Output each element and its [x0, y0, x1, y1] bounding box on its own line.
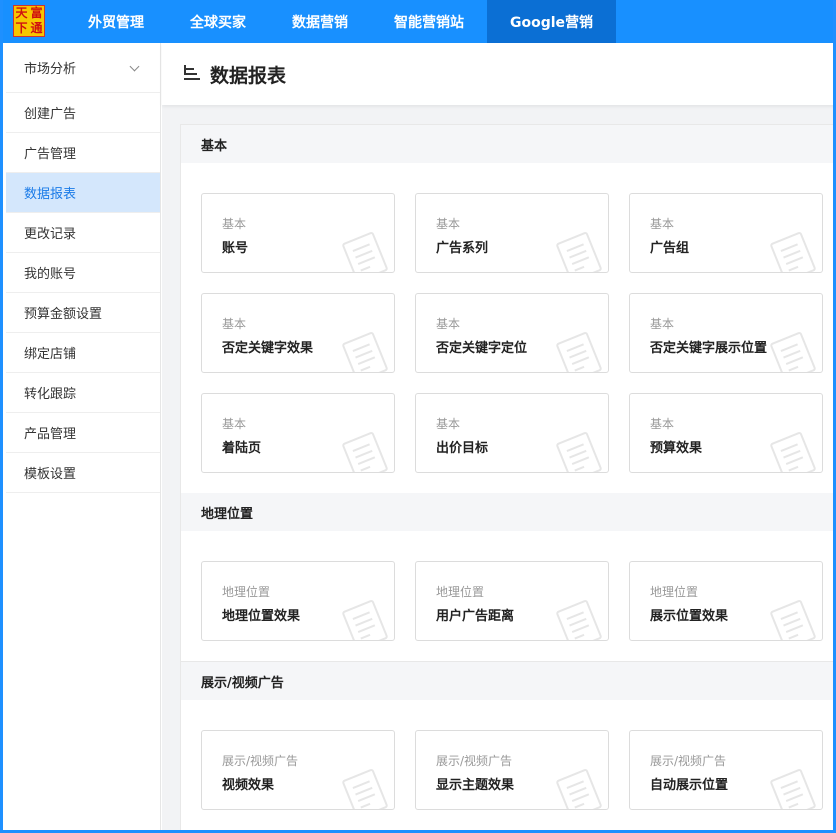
sidebar-item-conversion-tracking[interactable]: 转化跟踪 [6, 373, 160, 413]
report-card-display-topic[interactable]: 展示/视频广告 显示主题效果 [415, 730, 609, 810]
report-card-user-distance[interactable]: 地理位置 用户广告距离 [415, 561, 609, 641]
report-card-negative-keyword-targeting[interactable]: 基本 否定关键字定位 [415, 293, 609, 373]
sidebar-item-ad-management[interactable]: 广告管理 [6, 133, 160, 173]
card-grid-display-video: 展示/视频广告 视频效果 展示/视频广告 显示主题效果 展示/视频广告 自动展示… [181, 700, 833, 830]
sidebar-item-label: 市场分析 [24, 62, 77, 77]
list-add-icon [184, 65, 202, 81]
document-icon [769, 231, 817, 272]
card-category: 基本 [222, 417, 247, 431]
card-category: 基本 [436, 217, 461, 231]
card-category: 展示/视频广告 [436, 754, 513, 768]
sidebar-item-label: 广告管理 [24, 147, 77, 162]
sidebar: 市场分析 创建广告 广告管理 数据报表 更改记录 我的账号 预算金额设置 绑定店… [6, 43, 161, 830]
card-grid-geo: 地理位置 地理位置效果 地理位置 用户广告距离 地理位置 展示位置效果 [181, 531, 833, 661]
card-category: 基本 [436, 417, 461, 431]
nav-item-data-marketing[interactable]: 数据营销 [269, 0, 371, 43]
report-content: 基本 基本 账号 基本 广告系列 基本 广告组 基本 否定关键字效果 基本 否定… [180, 124, 833, 830]
logo-char: 下 [15, 21, 28, 35]
sidebar-item-label: 产品管理 [24, 427, 77, 442]
report-card-campaign[interactable]: 基本 广告系列 [415, 193, 609, 273]
sidebar-item-label: 预算金额设置 [24, 307, 103, 322]
report-card-bid-target[interactable]: 基本 出价目标 [415, 393, 609, 473]
section-title-geo: 地理位置 [181, 493, 833, 531]
card-category: 基本 [650, 217, 675, 231]
sidebar-item-product-management[interactable]: 产品管理 [6, 413, 160, 453]
document-icon [555, 331, 603, 372]
card-category: 地理位置 [222, 585, 271, 599]
sidebar-item-label: 我的账号 [24, 267, 77, 282]
report-card-account[interactable]: 基本 账号 [201, 193, 395, 273]
card-category: 基本 [436, 317, 461, 331]
report-card-budget-performance[interactable]: 基本 预算效果 [629, 393, 823, 473]
document-icon [555, 431, 603, 472]
sidebar-item-change-history[interactable]: 更改记录 [6, 213, 160, 253]
app-window: 天 富 下 通 外贸管理 全球买家 数据营销 智能营销站 Google营销 市场… [0, 0, 836, 833]
report-card-negative-keyword-performance[interactable]: 基本 否定关键字效果 [201, 293, 395, 373]
document-icon [555, 768, 603, 809]
document-icon [341, 331, 389, 372]
card-category: 基本 [650, 317, 675, 331]
main-area: 数据报表 基本 基本 账号 基本 广告系列 基本 广告组 基本 否定关键字效果 … [162, 43, 833, 830]
report-card-ad-group[interactable]: 基本 广告组 [629, 193, 823, 273]
sidebar-item-budget-settings[interactable]: 预算金额设置 [6, 293, 160, 333]
sidebar-item-template-settings[interactable]: 模板设置 [6, 453, 160, 493]
document-icon [341, 599, 389, 640]
top-nav: 天 富 下 通 外贸管理 全球买家 数据营销 智能营销站 Google营销 [3, 0, 833, 43]
document-icon [341, 768, 389, 809]
section-title-basic: 基本 [181, 125, 833, 163]
sidebar-item-bind-store[interactable]: 绑定店铺 [6, 333, 160, 373]
document-icon [555, 231, 603, 272]
report-card-placement-performance[interactable]: 地理位置 展示位置效果 [629, 561, 823, 641]
card-category: 基本 [222, 217, 247, 231]
sidebar-item-my-account[interactable]: 我的账号 [6, 253, 160, 293]
nav-item-foreign-trade[interactable]: 外贸管理 [65, 0, 167, 43]
document-icon [341, 431, 389, 472]
section-title-display-video: 展示/视频广告 [181, 662, 833, 700]
page-title: 数据报表 [210, 64, 287, 87]
nav-item-google-marketing[interactable]: Google营销 [487, 0, 617, 43]
nav-item-global-buyers[interactable]: 全球买家 [167, 0, 269, 43]
sidebar-item-label: 模板设置 [24, 467, 77, 482]
report-card-video-performance[interactable]: 展示/视频广告 视频效果 [201, 730, 395, 810]
document-icon [769, 768, 817, 809]
sidebar-item-data-report[interactable]: 数据报表 [6, 173, 160, 213]
report-card-landing-page[interactable]: 基本 着陆页 [201, 393, 395, 473]
logo-char: 富 [30, 6, 43, 20]
card-category: 基本 [222, 317, 247, 331]
sidebar-item-market-analysis[interactable]: 市场分析 [6, 43, 160, 93]
sidebar-item-label: 数据报表 [24, 187, 77, 202]
chevron-down-icon [129, 61, 140, 72]
card-category: 基本 [650, 417, 675, 431]
document-icon [769, 431, 817, 472]
logo-char: 通 [30, 21, 43, 35]
card-category: 地理位置 [436, 585, 485, 599]
card-grid-basic: 基本 账号 基本 广告系列 基本 广告组 基本 否定关键字效果 基本 否定关键字… [181, 163, 833, 493]
page-header: 数据报表 [162, 43, 833, 105]
card-category: 展示/视频广告 [222, 754, 299, 768]
sidebar-item-label: 绑定店铺 [24, 347, 77, 362]
card-category: 展示/视频广告 [650, 754, 727, 768]
document-icon [341, 231, 389, 272]
document-icon [555, 599, 603, 640]
logo-char: 天 [15, 6, 28, 20]
sidebar-item-label: 转化跟踪 [24, 387, 77, 402]
nav-item-smart-site[interactable]: 智能营销站 [371, 0, 487, 43]
logo[interactable]: 天 富 下 通 [13, 5, 45, 37]
sidebar-item-label: 更改记录 [24, 227, 77, 242]
sidebar-item-create-ad[interactable]: 创建广告 [6, 93, 160, 133]
report-card-negative-keyword-placement[interactable]: 基本 否定关键字展示位置 [629, 293, 823, 373]
document-icon [769, 599, 817, 640]
sidebar-item-label: 创建广告 [24, 107, 77, 122]
report-card-auto-placement[interactable]: 展示/视频广告 自动展示位置 [629, 730, 823, 810]
document-icon [769, 331, 817, 372]
report-card-geo-performance[interactable]: 地理位置 地理位置效果 [201, 561, 395, 641]
card-category: 地理位置 [650, 585, 699, 599]
